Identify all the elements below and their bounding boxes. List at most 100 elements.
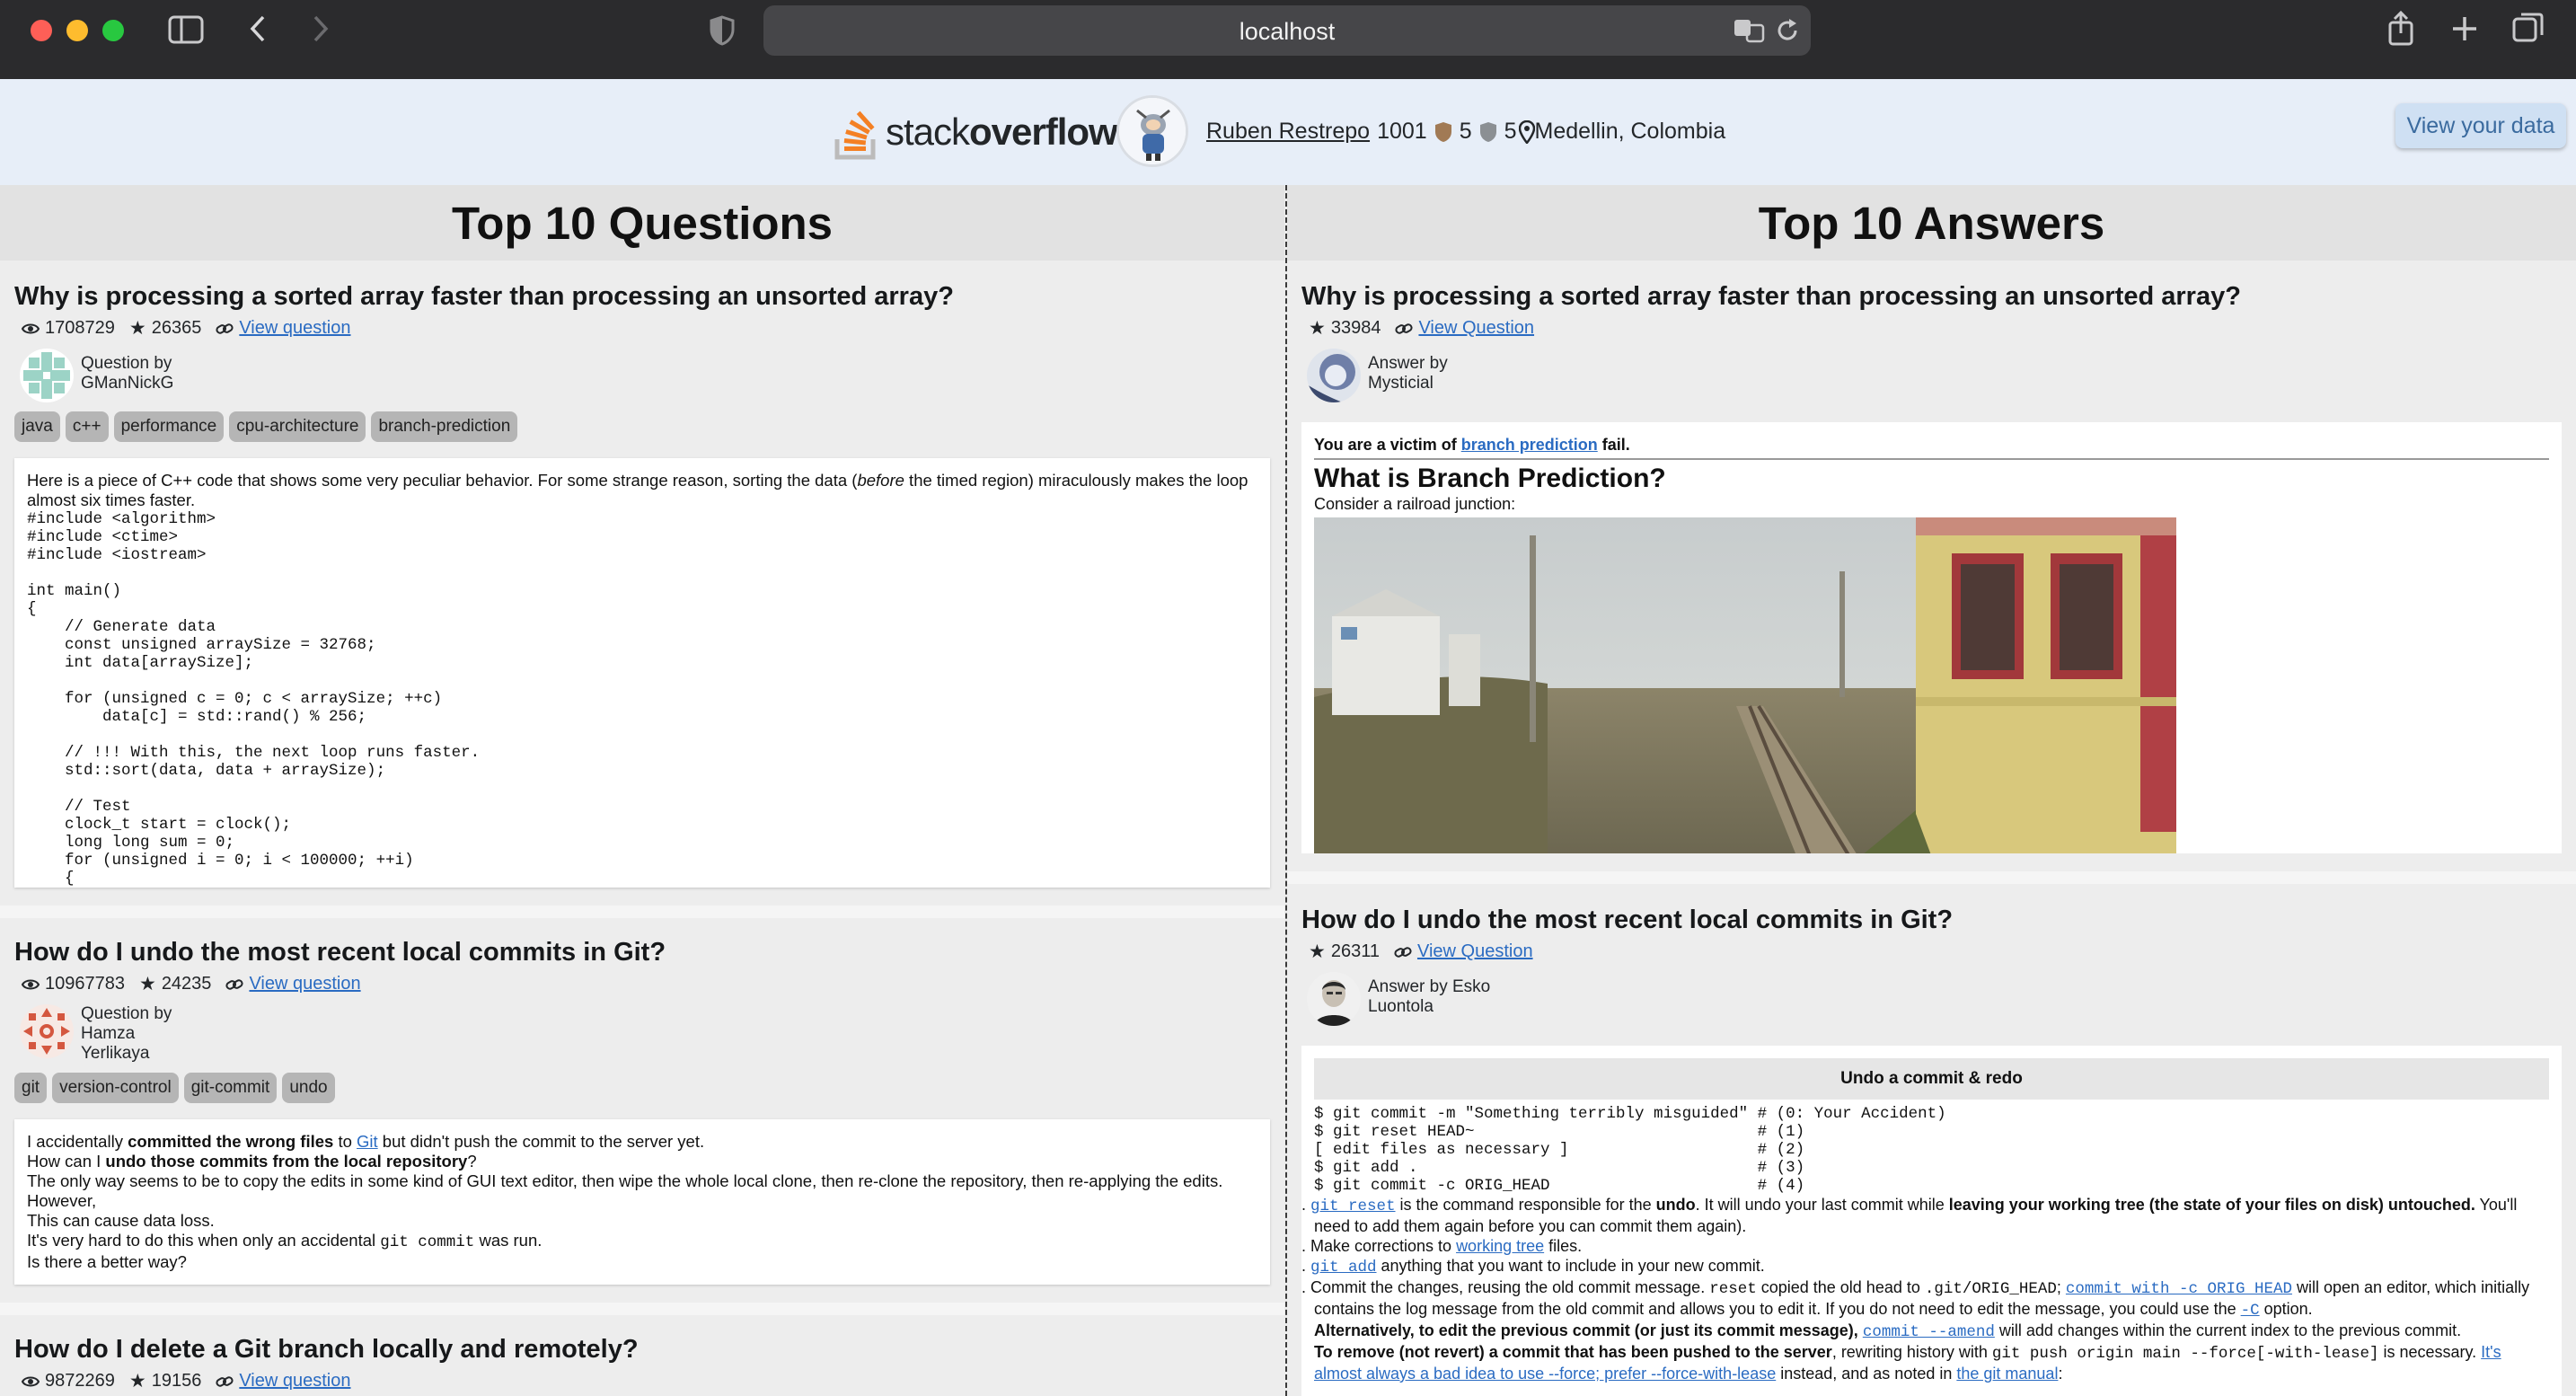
git-reset-link[interactable]: git reset <box>1310 1197 1396 1215</box>
answer-question-title: Why is processing a sorted array faster … <box>1301 282 2241 311</box>
forward-icon[interactable] <box>307 13 334 45</box>
share-icon[interactable] <box>2386 9 2416 47</box>
question-meta: 1708729 ★ 26365 View question <box>14 317 1270 340</box>
git-add-link[interactable]: git add <box>1310 1259 1377 1277</box>
tab-overview-icon[interactable] <box>2511 11 2545 45</box>
question-body: I accidentally committed the wrong files… <box>14 1119 1270 1285</box>
branch-prediction-link[interactable]: branch prediction <box>1461 436 1598 454</box>
link-icon <box>1395 322 1414 334</box>
inline-code: reset <box>1709 1280 1757 1298</box>
question-card: How do I undo the most recent local comm… <box>0 918 1284 1315</box>
author-avatar[interactable] <box>20 349 74 402</box>
user-location: Medellin, Colombia <box>1534 119 1726 144</box>
score-star-icon: ★ <box>128 318 146 339</box>
answer-subheading: What is Branch Prediction? <box>1314 464 1666 493</box>
bold-text: Alternatively, to edit the previous comm… <box>1314 1321 1863 1339</box>
back-icon[interactable] <box>244 13 271 45</box>
tag[interactable]: git-commit <box>183 1073 278 1103</box>
author-avatar[interactable] <box>20 1004 74 1058</box>
close-window-button[interactable] <box>31 20 52 41</box>
tag-list: java c++ performance cpu-architecture br… <box>14 411 1270 442</box>
image-caption: Consider a railroad junction: <box>1314 495 1516 513</box>
text: fail. <box>1597 436 1630 454</box>
link-icon <box>225 978 243 990</box>
translate-icon[interactable] <box>1732 16 1768 45</box>
text: is necessary. <box>2378 1343 2482 1361</box>
link-icon <box>216 1375 234 1387</box>
view-your-data-button[interactable]: View your data <box>2395 103 2566 148</box>
question-score: 26365 <box>151 318 202 338</box>
view-question-link[interactable]: View question <box>239 318 350 339</box>
body-paragraph: It's very hard to do this when only an a… <box>27 1231 1257 1252</box>
tag[interactable]: cpu-architecture <box>229 411 366 442</box>
author-username: Mysticial <box>1368 374 1434 393</box>
question-meta: 9872269 ★ 19156 View question <box>14 1370 1270 1392</box>
tag[interactable]: version-control <box>52 1073 179 1103</box>
answer-score: 26311 <box>1330 941 1380 961</box>
score-star-icon: ★ <box>138 974 156 994</box>
answer-body: You are a victim of branch prediction fa… <box>1301 422 2562 853</box>
text: files. <box>1544 1237 1583 1255</box>
question-card: How do I delete a Git branch locally and… <box>0 1315 1284 1396</box>
minimize-window-button[interactable] <box>66 20 88 41</box>
author-prefix: Answer by <box>1368 354 1448 373</box>
maximize-window-button[interactable] <box>102 20 124 41</box>
view-question-link[interactable]: View Question <box>1417 941 1533 962</box>
answer-card: Why is processing a sorted array faster … <box>1287 261 2576 884</box>
bold-text: undo those commits from the local reposi… <box>105 1152 468 1171</box>
answer-meta: ★ 26311 View Question <box>1301 941 2562 963</box>
git-link[interactable]: Git <box>357 1132 378 1151</box>
top-questions-heading: Top 10 Questions <box>0 185 1284 261</box>
git-manual-link[interactable]: the git manual <box>1956 1365 2058 1383</box>
question-title: How do I delete a Git branch locally and… <box>14 1335 639 1364</box>
score-star-icon: ★ <box>128 1371 146 1392</box>
question-intro: Here is a piece of C++ code that shows s… <box>27 471 1257 510</box>
address-bar[interactable]: localhost <box>763 5 1811 56</box>
question-title: Why is processing a sorted array faster … <box>14 282 954 311</box>
tag[interactable]: git <box>14 1073 48 1103</box>
tag[interactable]: performance <box>113 411 225 442</box>
author-avatar[interactable] <box>1307 349 1361 402</box>
stackoverflow-logo-icon <box>834 110 876 160</box>
commit-amend-link[interactable]: commit --amend <box>1863 1323 1995 1341</box>
tag[interactable]: branch-prediction <box>371 411 518 442</box>
view-question-link[interactable]: View Question <box>1418 318 1534 339</box>
commit-with-orig-head-link[interactable]: commit with -c ORIG_HEAD <box>2066 1280 2292 1298</box>
commit-C-option-link[interactable]: -C <box>2241 1302 2260 1320</box>
text: : <box>2058 1365 2063 1383</box>
tag[interactable]: c++ <box>65 411 109 442</box>
text: option. <box>2259 1300 2313 1318</box>
text: ; <box>2056 1278 2066 1296</box>
new-tab-icon[interactable] <box>2450 13 2479 45</box>
author-prefix: Question by <box>81 1004 172 1023</box>
tag[interactable]: undo <box>282 1073 335 1103</box>
sidebar-toggle-icon[interactable] <box>167 14 205 45</box>
logo-wordmark-light: stack <box>886 110 970 153</box>
author-prefix: Question by <box>81 354 172 373</box>
author-avatar[interactable] <box>1307 972 1361 1026</box>
reload-icon[interactable] <box>1773 16 1802 45</box>
stackoverflow-logo[interactable]: stackoverflow <box>834 101 1118 163</box>
text: I accidentally <box>27 1132 128 1151</box>
top-questions-column: Top 10 Questions Why is processing a sor… <box>0 185 1284 1396</box>
bronze-badge-count: 5 <box>1459 119 1472 144</box>
top-answers-column: Top 10 Answers Why is processing a sorte… <box>1287 185 2576 1396</box>
link-icon <box>216 322 234 334</box>
view-count: 1708729 <box>45 318 115 338</box>
user-profile-link[interactable]: Ruben Restrepo <box>1206 119 1370 145</box>
answer-paragraph: Alternatively, to edit the previous comm… <box>1314 1321 2549 1342</box>
author-prefix: Answer by Esko <box>1368 977 1491 996</box>
text: is the command responsible for the <box>1395 1196 1656 1214</box>
tag[interactable]: java <box>14 411 60 442</box>
author-name: Answer by Esko Luontola <box>1368 972 1490 1017</box>
view-question-link[interactable]: View question <box>249 974 360 994</box>
author-username-line2: Yerlikaya <box>81 1044 150 1063</box>
working-tree-link[interactable]: working tree <box>1456 1237 1544 1255</box>
user-avatar[interactable] <box>1116 95 1188 167</box>
text: to <box>333 1132 357 1151</box>
author-username-line1: Hamza <box>81 1024 136 1043</box>
view-question-link[interactable]: View question <box>239 1371 350 1392</box>
body-paragraph: The only way seems to be to copy the edi… <box>27 1171 1223 1210</box>
logo-wordmark-bold: overflow <box>969 110 1118 153</box>
privacy-shield-icon[interactable] <box>706 14 738 47</box>
